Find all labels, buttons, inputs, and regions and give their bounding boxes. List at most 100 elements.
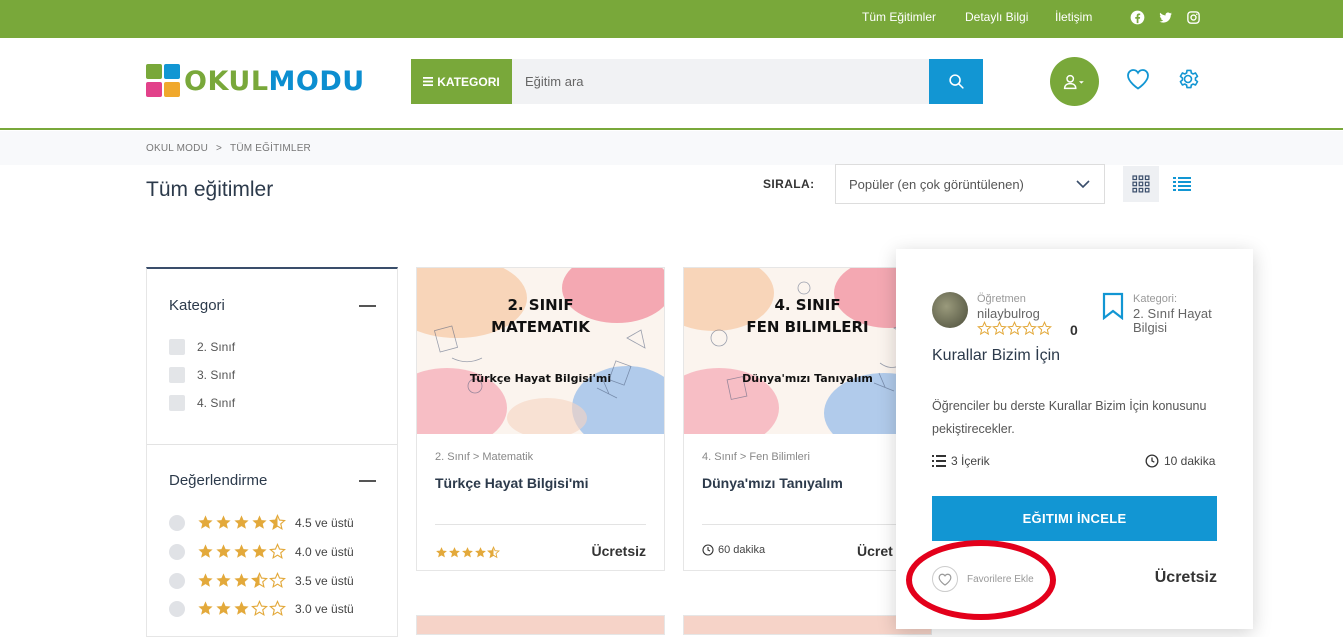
thumbnail-heading: 4. SINIF FEN BILIMLERI [684, 294, 931, 338]
course-description: Öğrenciler bu derste Kurallar Bizim İçin… [932, 399, 1207, 436]
add-to-favorites-label: Favorilere Ekle [967, 573, 1034, 585]
rating-stars [197, 572, 286, 589]
rating-option-label: 4.5 ve üstü [295, 515, 354, 530]
site-logo[interactable]: OKULMODU [146, 64, 365, 98]
collapse-category-button[interactable] [359, 305, 376, 307]
list-view-button[interactable] [1167, 166, 1197, 202]
popover-duration-value: 10 dakika [1164, 454, 1216, 468]
rating-option-4-0[interactable]: 4.0 ve üstü [169, 543, 354, 560]
twitter-icon[interactable] [1158, 10, 1173, 25]
clock-icon [702, 544, 714, 556]
checkbox[interactable] [169, 339, 185, 355]
rating-option-3-0[interactable]: 3.0 ve üstü [169, 600, 354, 617]
radio-button[interactable] [169, 572, 185, 589]
popover-course-title: Kurallar Bizim İçin [932, 347, 1061, 364]
facebook-icon[interactable] [1130, 10, 1145, 25]
rating-option-label: 3.5 ve üstü [295, 573, 354, 588]
category-value[interactable]: 2. Sınıf Hayat Bilgisi [1133, 307, 1233, 335]
course-rating-stars [435, 546, 500, 559]
course-card[interactable]: 4. SINIF FEN BILIMLERI Dünya'mızı Tanıyal… [683, 267, 932, 571]
breadcrumb-bar: OKUL MODU > TÜM EĞİTIMLER [0, 131, 1343, 165]
course-duration-value: 60 dakika [718, 544, 766, 556]
thumbnail-heading-line1: 2. SINIF [507, 296, 574, 314]
thumbnail-background [684, 268, 931, 434]
chevron-down-icon [1076, 180, 1090, 189]
category-option-4[interactable]: 4. Sınıf [169, 395, 235, 411]
course-card-peek[interactable] [416, 615, 665, 635]
clock-icon [1145, 454, 1159, 468]
content-count-value: 3 İçerik [951, 454, 990, 468]
heart-icon-button[interactable] [932, 566, 958, 592]
card-divider [702, 524, 913, 525]
course-thumbnail[interactable]: 2. SINIF MATEMATIK Türkçe Hayat Bilgisi'm… [417, 268, 664, 434]
breadcrumb-separator: > [216, 143, 223, 154]
search-icon [948, 74, 964, 89]
view-course-button[interactable]: EĞITIMI İNCELE [932, 496, 1217, 541]
course-card[interactable]: 2. SINIF MATEMATIK Türkçe Hayat Bilgisi'm… [416, 267, 665, 571]
thumbnail-heading: 2. SINIF MATEMATIK [417, 294, 664, 338]
nav-link-details[interactable]: Detaylı Bilgi [965, 10, 1028, 24]
breadcrumb-home[interactable]: OKUL MODU [146, 143, 208, 154]
rating-filter-title: Değerlendirme [169, 472, 268, 489]
thumbnail-background [417, 268, 664, 434]
rating-option-label: 4.0 ve üstü [295, 544, 354, 559]
course-price: Ücret [857, 543, 893, 559]
thumbnail-heading-line1: 4. SINIF [774, 296, 841, 314]
search-input[interactable] [512, 59, 929, 104]
radio-button[interactable] [169, 543, 185, 560]
site-header: OKULMODU KATEGORI [0, 38, 1343, 130]
category-option-2[interactable]: 2. Sınıf [169, 339, 235, 355]
user-menu-button[interactable] [1050, 57, 1099, 106]
category-option-label: 4. Sınıf [197, 396, 236, 410]
rating-count: 0 [1070, 322, 1078, 338]
thumbnail-subtitle: Dünya'mızı Tanıyalım [742, 372, 873, 385]
category-menu-button[interactable]: KATEGORI [411, 59, 512, 104]
avatar [932, 292, 968, 328]
rating-option-4-5[interactable]: 4.5 ve üstü [169, 514, 354, 531]
teacher-label: Öğretmen [977, 293, 1026, 305]
rating-option-3-5[interactable]: 3.5 ve üstü [169, 572, 354, 589]
thumbnail-heading-line2: FEN BILIMLERI [746, 318, 869, 336]
course-title[interactable]: Dünya'mızı Tanıyalım [702, 475, 843, 491]
list-icon [1173, 177, 1191, 191]
grid-view-button[interactable] [1123, 166, 1159, 202]
nav-link-contact[interactable]: İletişim [1055, 10, 1092, 24]
sort-select[interactable]: Popüler (en çok görüntülenen) [835, 164, 1105, 204]
category-menu-label: KATEGORI [437, 74, 500, 89]
favorites-heart-icon[interactable] [1126, 68, 1150, 90]
logo-text-okul: OKUL [184, 65, 269, 97]
breadcrumb: OKUL MODU > TÜM EĞİTIMLER [146, 143, 311, 154]
rating-option-label: 3.0 ve üstü [295, 601, 354, 616]
course-thumbnail[interactable]: 4. SINIF FEN BILIMLERI Dünya'mızı Tanıyal… [684, 268, 931, 434]
add-to-favorites-button[interactable]: Favorilere Ekle [932, 566, 1034, 592]
logo-text-modu: MODU [268, 65, 365, 97]
radio-button[interactable] [169, 514, 185, 531]
instagram-icon[interactable] [1186, 10, 1201, 25]
teacher-name[interactable]: nilaybulrog [977, 306, 1040, 321]
radio-button[interactable] [169, 600, 185, 617]
search-button[interactable] [929, 59, 983, 104]
hamburger-icon [423, 77, 434, 86]
sort-label: SIRALA: [763, 177, 815, 191]
course-title[interactable]: Türkçe Hayat Bilgisi'mi [435, 475, 589, 491]
gear-icon[interactable] [1176, 67, 1200, 91]
course-card-peek[interactable] [683, 615, 932, 635]
thumbnail-subtitle: Türkçe Hayat Bilgisi'mi [469, 372, 612, 385]
collapse-rating-button[interactable] [359, 480, 376, 482]
rating-stars [197, 543, 286, 560]
course-preview-popover: Öğretmen nilaybulrog 0 Kategori: 2. Sını… [896, 249, 1253, 629]
logo-mark [146, 64, 182, 98]
checkbox[interactable] [169, 367, 185, 383]
user-icon [1063, 74, 1084, 89]
popover-price: Ücretsiz [1154, 569, 1217, 586]
rating-stars [197, 514, 286, 531]
category-option-3[interactable]: 3. Sınıf [169, 367, 235, 383]
grid-icon [1132, 175, 1150, 193]
popover-duration: 10 dakika [1145, 454, 1215, 468]
nav-link-all-courses[interactable]: Tüm Eğitimler [862, 10, 936, 24]
course-category: 4. Sınıf > Fen Bilimleri [702, 451, 810, 463]
checkbox[interactable] [169, 395, 185, 411]
course-duration: 60 dakika [702, 544, 765, 556]
category-option-label: 2. Sınıf [197, 340, 236, 354]
page-title: Tüm eğitimler [146, 178, 274, 201]
